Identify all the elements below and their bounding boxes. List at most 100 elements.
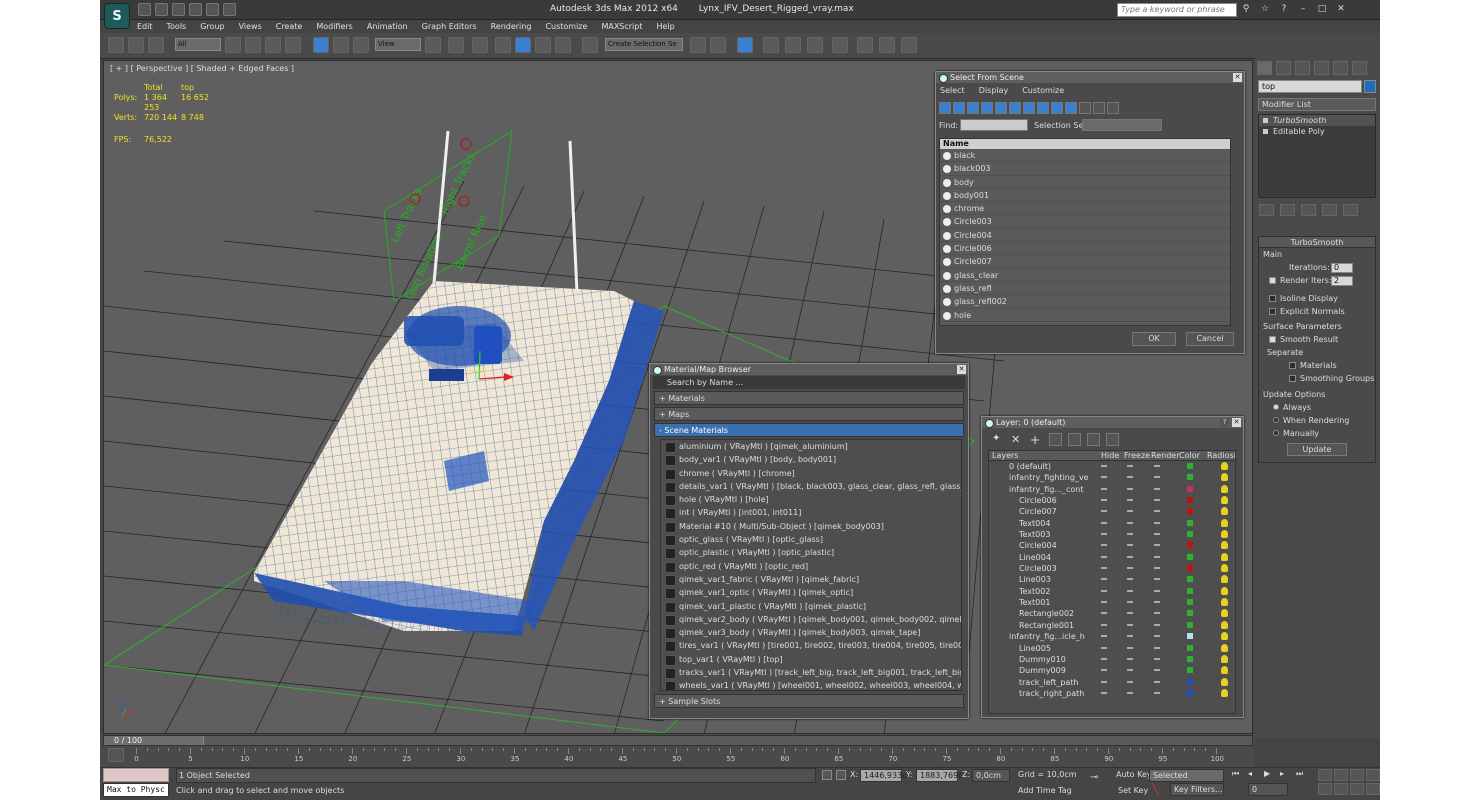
select-link-icon[interactable] bbox=[108, 37, 124, 53]
iterations-spinner[interactable]: 0 bbox=[1331, 263, 1353, 273]
freeze-toggle[interactable] bbox=[1127, 691, 1133, 694]
render-iters-spinner[interactable]: 2 bbox=[1331, 276, 1353, 286]
save-file-icon[interactable] bbox=[172, 3, 185, 16]
menu-group[interactable]: Group bbox=[193, 20, 231, 33]
spinner-snap-icon[interactable] bbox=[555, 37, 571, 53]
select-move-icon[interactable] bbox=[313, 37, 329, 53]
remove-modifier-icon[interactable] bbox=[1322, 204, 1337, 216]
highlight-selected-icon[interactable] bbox=[1068, 433, 1081, 446]
freeze-toggle[interactable] bbox=[1127, 555, 1133, 558]
hide-toggle[interactable] bbox=[1101, 487, 1107, 490]
edit-named-selection-icon[interactable] bbox=[582, 37, 598, 53]
materials-group[interactable]: + Materials bbox=[654, 391, 964, 405]
menu-customize[interactable]: Customize bbox=[538, 20, 594, 33]
hide-toggle[interactable] bbox=[1101, 680, 1107, 683]
keyboard-shortcut-icon[interactable] bbox=[472, 37, 488, 53]
sfs-menu-customize[interactable]: Customize bbox=[1022, 86, 1064, 95]
layer-row[interactable]: Circle006 bbox=[989, 495, 1235, 506]
bone-filter-icon[interactable] bbox=[1051, 102, 1063, 114]
select-rotate-icon[interactable] bbox=[333, 37, 349, 53]
curve-editor-icon[interactable] bbox=[785, 37, 801, 53]
make-unique-icon[interactable] bbox=[1301, 204, 1316, 216]
new-file-icon[interactable] bbox=[138, 3, 151, 16]
layer-column-layers[interactable]: Layers bbox=[992, 451, 1018, 461]
layer-row[interactable]: Circle003 bbox=[989, 563, 1235, 574]
hide-toggle[interactable] bbox=[1101, 623, 1107, 626]
radiosity-bulb-icon[interactable] bbox=[1221, 654, 1228, 663]
render-toggle[interactable] bbox=[1154, 465, 1160, 467]
hide-toggle[interactable] bbox=[1101, 476, 1107, 479]
material-item[interactable]: tires_var1 ( VRayMtl ) [tire001, tire002… bbox=[661, 639, 961, 653]
undo-icon[interactable] bbox=[189, 3, 202, 16]
always-radio[interactable] bbox=[1273, 404, 1279, 410]
shape-filter-icon[interactable] bbox=[953, 102, 965, 114]
layer-column-freeze[interactable]: Freeze bbox=[1124, 451, 1150, 461]
hide-toggle[interactable] bbox=[1101, 567, 1107, 570]
layer-color-swatch[interactable] bbox=[1187, 531, 1193, 538]
schematic-view-icon[interactable] bbox=[807, 37, 823, 53]
scene-object-item[interactable]: glass_refl bbox=[940, 282, 1230, 296]
modify-tab-icon[interactable] bbox=[1276, 61, 1291, 75]
material-editor-icon[interactable] bbox=[832, 37, 848, 53]
render-toggle[interactable] bbox=[1154, 567, 1160, 570]
layer-color-swatch[interactable] bbox=[1187, 610, 1193, 617]
freeze-toggle[interactable] bbox=[1127, 589, 1133, 592]
pin-stack-icon[interactable] bbox=[1259, 204, 1274, 216]
radiosity-bulb-icon[interactable] bbox=[1221, 564, 1228, 573]
motion-tab-icon[interactable] bbox=[1314, 61, 1329, 75]
material-item[interactable]: optic_glass ( VRayMtl ) [optic_glass] bbox=[661, 533, 961, 547]
render-toggle[interactable] bbox=[1154, 646, 1160, 649]
go-to-start-icon[interactable]: ⏮ bbox=[1232, 769, 1244, 780]
freeze-toggle[interactable] bbox=[1127, 533, 1133, 536]
snaps-toggle-icon[interactable] bbox=[495, 37, 511, 53]
layer-row[interactable]: Text001 bbox=[989, 597, 1235, 608]
freeze-toggle[interactable] bbox=[1127, 499, 1133, 502]
freeze-toggle[interactable] bbox=[1127, 601, 1133, 604]
render-toggle[interactable] bbox=[1154, 533, 1160, 536]
selection-filter-dropdown[interactable]: All bbox=[175, 38, 221, 51]
key-icon[interactable]: ⊸ bbox=[1090, 773, 1106, 783]
render-setup-icon[interactable] bbox=[857, 37, 873, 53]
select-invert-icon[interactable] bbox=[1107, 102, 1119, 114]
render-toggle[interactable] bbox=[1154, 544, 1160, 547]
play-icon[interactable]: ▶ bbox=[1264, 769, 1276, 780]
configure-modifier-sets-icon[interactable] bbox=[1343, 204, 1358, 216]
window-crossing-icon[interactable] bbox=[285, 37, 301, 53]
light-filter-icon[interactable] bbox=[967, 102, 979, 114]
layer-row[interactable]: 0 (default) bbox=[989, 461, 1235, 472]
select-none-icon[interactable] bbox=[1093, 102, 1105, 114]
hide-toggle[interactable] bbox=[1101, 544, 1107, 547]
add-time-tag[interactable]: Add Time Tag bbox=[1018, 784, 1072, 797]
layer-row[interactable]: Circle004 bbox=[989, 540, 1235, 551]
render-toggle[interactable] bbox=[1154, 521, 1160, 524]
scene-object-item[interactable]: glass_clear bbox=[940, 269, 1230, 282]
object-color-swatch[interactable] bbox=[1364, 80, 1376, 93]
layer-tree[interactable]: Layers Hide FreezeRenderColor Radiosity 0 (… bbox=[988, 450, 1236, 714]
stack-item-editable-poly[interactable]: Editable Poly bbox=[1259, 126, 1375, 137]
render-toggle[interactable] bbox=[1154, 635, 1160, 638]
smoothing-groups-checkbox[interactable] bbox=[1289, 375, 1296, 382]
render-toggle[interactable] bbox=[1154, 578, 1160, 581]
scene-material-list[interactable]: aluminium ( VRayMtl ) [qimek_aluminium] b… bbox=[660, 439, 962, 691]
auto-key-button[interactable]: Auto Key bbox=[1116, 768, 1152, 781]
materials-checkbox[interactable] bbox=[1289, 362, 1296, 369]
star-icon[interactable]: ☆ bbox=[1259, 4, 1271, 15]
mirror-icon[interactable] bbox=[690, 37, 706, 53]
material-item[interactable]: qimek_var1_plastic ( VRayMtl ) [qimek_pl… bbox=[661, 600, 961, 613]
mini-curve-editor-icon[interactable] bbox=[108, 748, 124, 762]
layer-row[interactable]: track_right_path bbox=[989, 688, 1235, 699]
layer-color-swatch[interactable] bbox=[1187, 678, 1193, 685]
manually-radio[interactable] bbox=[1273, 430, 1279, 436]
rollout-title[interactable]: TurboSmooth bbox=[1259, 237, 1375, 248]
material-item[interactable]: tracks_var1 ( VRayMtl ) [track_left_big,… bbox=[661, 666, 961, 680]
material-item[interactable]: qimek_var3_body ( VRayMtl ) [qimek_body0… bbox=[661, 626, 961, 640]
render-toggle[interactable] bbox=[1154, 601, 1160, 604]
hide-toggle[interactable] bbox=[1101, 589, 1107, 592]
z-coordinate-field[interactable]: 0,0cm bbox=[972, 769, 1010, 782]
align-icon[interactable] bbox=[710, 37, 726, 53]
angle-snap-icon[interactable] bbox=[515, 37, 531, 53]
graphite-ribbon-icon[interactable] bbox=[763, 37, 779, 53]
layer-color-swatch[interactable] bbox=[1187, 565, 1193, 572]
material-item[interactable]: qimek_var1_optic ( VRayMtl ) [qimek_opti… bbox=[661, 586, 961, 600]
freeze-toggle[interactable] bbox=[1127, 680, 1133, 683]
